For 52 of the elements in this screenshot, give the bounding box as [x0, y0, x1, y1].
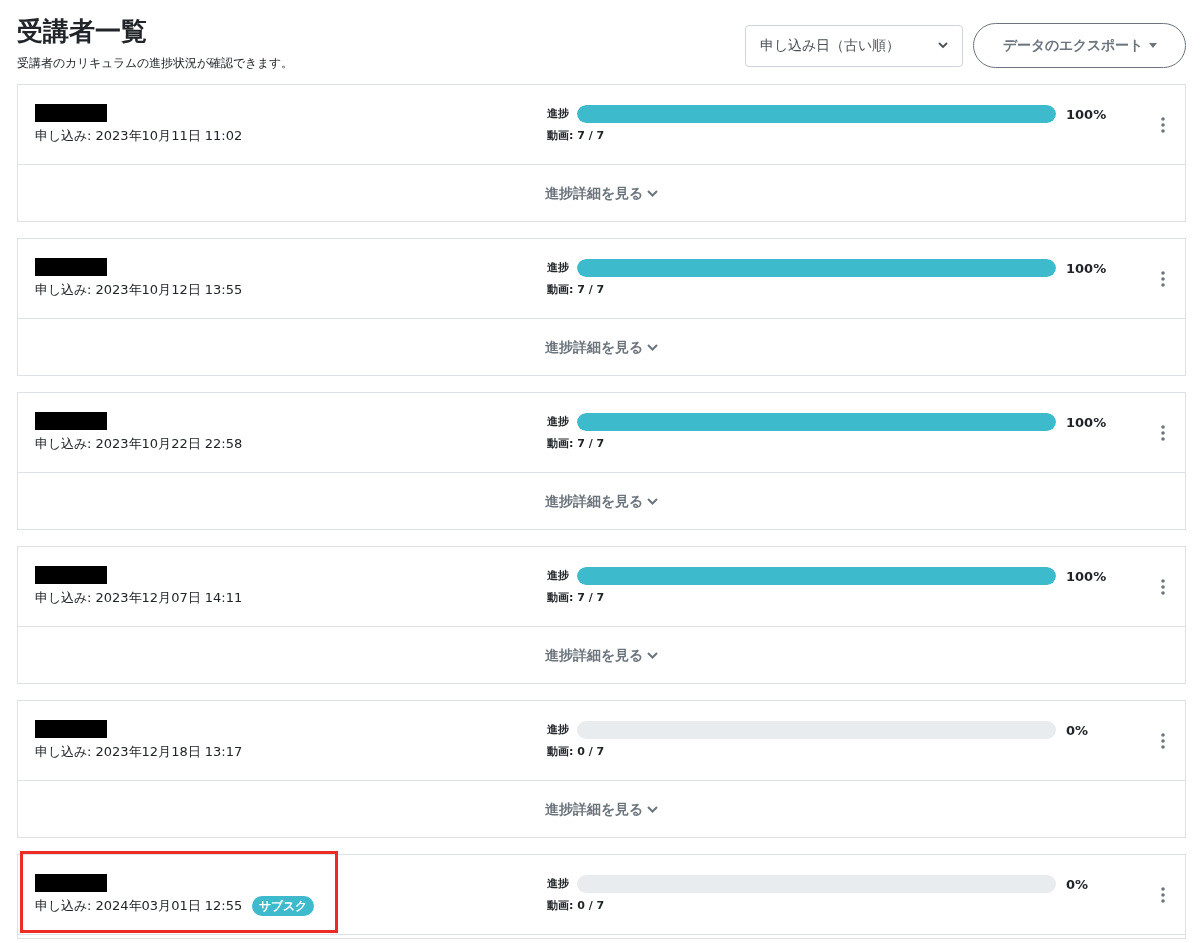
application-date: 申し込み: 2023年10月12日 13:55 — [35, 280, 243, 299]
chevron-down-icon — [938, 42, 948, 49]
application-date: 申し込み: 2023年12月18日 13:17 — [35, 742, 243, 761]
video-count: 動画: 0 / 7 — [547, 744, 606, 760]
video-count: 動画: 7 / 7 — [547, 436, 606, 452]
application-date: 申し込み: 2023年10月22日 22:58 — [35, 434, 243, 453]
page-title: 受講者一覧 — [17, 15, 148, 48]
application-date: 申し込み: 2023年12月07日 14:11 — [35, 588, 243, 607]
more-options-icon[interactable] — [1161, 116, 1165, 133]
video-count: 動画: 7 / 7 — [547, 590, 606, 606]
progress-percent: 100% — [1066, 259, 1107, 278]
progress-percent: 100% — [1066, 105, 1107, 124]
more-options-icon[interactable] — [1161, 732, 1165, 749]
progress-details-toggle[interactable]: 進捗詳細を見る — [545, 336, 658, 358]
application-date: 申し込み: 2024年03月01日 12:55 — [35, 896, 243, 915]
progress-label: 進捗 — [547, 568, 569, 584]
progress-percent: 100% — [1066, 413, 1107, 432]
chevron-down-icon — [647, 343, 658, 351]
progress-percent: 0% — [1066, 875, 1089, 894]
chevron-down-icon — [647, 651, 658, 659]
redacted-name-bar — [35, 257, 107, 276]
chevron-down-icon — [647, 805, 658, 813]
progress-label: 進捗 — [547, 876, 569, 892]
application-date: 申し込み: 2023年10月11日 11:02 — [35, 126, 243, 145]
progress-label: 進捗 — [547, 106, 569, 122]
video-count: 動画: 7 / 7 — [547, 128, 606, 144]
redacted-name-bar — [35, 565, 107, 584]
more-options-icon[interactable] — [1161, 886, 1165, 903]
more-options-icon[interactable] — [1161, 578, 1165, 595]
progress-details-toggle[interactable]: 進捗詳細を見る — [545, 182, 658, 204]
redacted-name-bar — [35, 103, 107, 122]
redacted-name-bar — [35, 411, 107, 430]
sort-select[interactable]: 申し込み日（古い順） — [745, 24, 963, 67]
progress-details-toggle[interactable]: 進捗詳細を見る — [545, 644, 658, 666]
progress-details-toggle[interactable]: 進捗詳細を見る — [545, 798, 658, 820]
subscription-badge: サブスク — [252, 895, 315, 916]
redacted-name-bar — [35, 873, 107, 892]
progress-percent: 100% — [1066, 567, 1107, 586]
progress-label: 進捗 — [547, 260, 569, 276]
progress-label: 進捗 — [547, 722, 569, 738]
progress-details-toggle[interactable]: 進捗詳細を見る — [545, 490, 658, 512]
video-count: 動画: 7 / 7 — [547, 282, 606, 298]
progress-label: 進捗 — [547, 414, 569, 430]
more-options-icon[interactable] — [1161, 270, 1165, 287]
chevron-down-icon — [647, 497, 658, 505]
page-subtitle: 受講者のカリキュラムの進捗状況が確認できます。 — [17, 55, 293, 72]
redacted-name-bar — [35, 719, 107, 738]
progress-percent: 0% — [1066, 721, 1089, 740]
video-count: 動画: 0 / 7 — [547, 898, 606, 914]
chevron-down-icon — [647, 189, 658, 197]
caret-icon — [1148, 43, 1157, 48]
more-options-icon[interactable] — [1161, 424, 1165, 441]
